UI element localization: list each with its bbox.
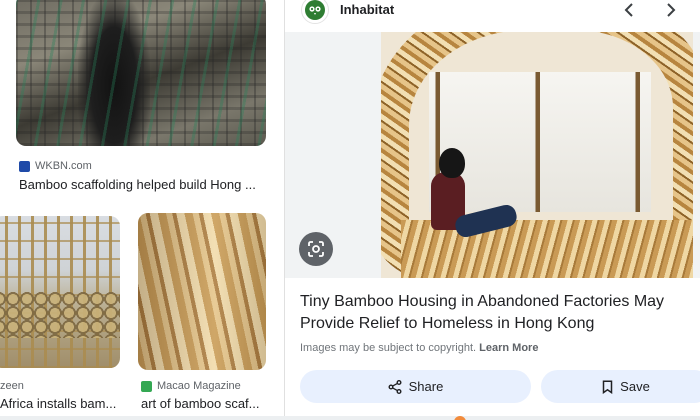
- result-caption-2[interactable]: Africa installs bam...: [0, 396, 118, 411]
- results-grid: WKBN.com Bamboo scaffolding helped build…: [0, 0, 284, 420]
- preview-image-area: [285, 32, 700, 278]
- chevron-right-icon: [667, 3, 676, 17]
- scaffold-netting: [16, 0, 266, 146]
- wkbn-favicon-icon: [19, 160, 30, 172]
- seated-person: [421, 148, 519, 260]
- copyright-text: Images may be subject to copyright.: [300, 342, 477, 354]
- learn-more-link[interactable]: Learn More: [479, 342, 538, 354]
- bottom-bar: [0, 416, 700, 420]
- result-caption-3[interactable]: art of bamboo scaf...: [141, 396, 271, 411]
- result-thumbnail-3[interactable]: [138, 213, 266, 370]
- result-source-label: WKBN.com: [35, 160, 92, 172]
- site-name[interactable]: Inhabitat: [340, 2, 394, 17]
- preview-image[interactable]: [381, 32, 693, 278]
- result-source-3[interactable]: Macao Magazine: [141, 380, 241, 392]
- google-lens-icon: [308, 241, 324, 257]
- result-source-2[interactable]: zeen: [0, 380, 24, 392]
- bookmark-icon: [602, 379, 613, 394]
- result-source-label: zeen: [0, 380, 24, 392]
- image-preview-panel: Inhabitat Tiny Bamboo Housing in Abandon…: [284, 0, 700, 420]
- save-label: Save: [620, 379, 650, 394]
- bamboo-cross-sections: [0, 292, 120, 338]
- inhabitat-owl-icon: [305, 0, 325, 20]
- result-thumbnail-2[interactable]: [0, 216, 120, 368]
- result-thumbnail-1[interactable]: [16, 0, 266, 146]
- preview-title[interactable]: Tiny Bamboo Housing in Abandoned Factori…: [300, 291, 690, 335]
- site-logo[interactable]: [301, 0, 329, 24]
- result-caption-1[interactable]: Bamboo scaffolding helped build Hong ...: [19, 177, 269, 192]
- share-button[interactable]: Share: [300, 370, 531, 403]
- share-label: Share: [408, 379, 444, 394]
- previous-button[interactable]: [615, 0, 643, 22]
- bamboo-shade: [138, 213, 266, 370]
- macao-magazine-favicon-icon: [141, 380, 152, 392]
- lens-search-button[interactable]: [299, 232, 333, 266]
- result-source-label: Macao Magazine: [157, 380, 241, 392]
- share-icon: [388, 379, 402, 394]
- image-search-screen: WKBN.com Bamboo scaffolding helped build…: [0, 0, 700, 420]
- copyright-notice: Images may be subject to copyright. Lear…: [300, 342, 538, 354]
- next-button[interactable]: [657, 0, 685, 22]
- chevron-left-icon: [624, 3, 633, 17]
- save-button[interactable]: Save: [541, 370, 700, 403]
- result-source-1[interactable]: WKBN.com: [19, 160, 92, 172]
